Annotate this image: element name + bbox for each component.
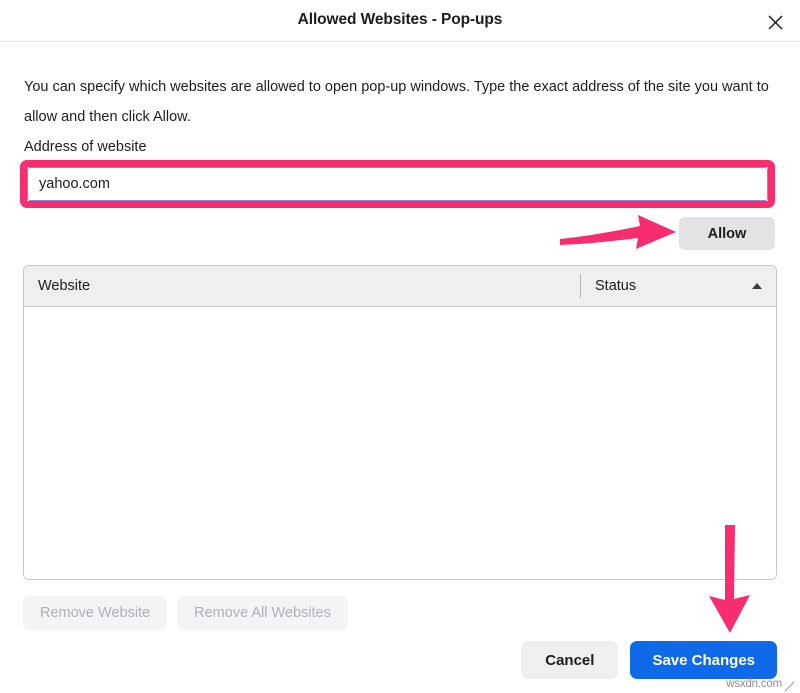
arrow-to-allow-annotation: [558, 212, 680, 256]
watermark-text: wsxdn.com: [726, 678, 782, 690]
table-header-row: Website Status: [24, 266, 776, 307]
cancel-button[interactable]: Cancel: [521, 641, 618, 679]
allow-button[interactable]: Allow: [679, 217, 775, 250]
address-field-label: Address of website: [24, 139, 147, 155]
sort-ascending-caret-icon: [752, 283, 762, 289]
dialog-title: Allowed Websites - Pop-ups: [0, 11, 800, 29]
dialog-titlebar: Allowed Websites - Pop-ups: [0, 0, 800, 42]
remove-buttons-group: Remove Website Remove All Websites: [23, 596, 348, 630]
close-icon: [767, 14, 784, 31]
remove-all-websites-button[interactable]: Remove All Websites: [177, 596, 348, 630]
address-input[interactable]: [27, 167, 768, 201]
save-changes-button[interactable]: Save Changes: [630, 641, 777, 679]
column-header-website[interactable]: Website: [24, 278, 580, 294]
table-body-empty: [24, 307, 776, 579]
column-header-status[interactable]: Status: [581, 278, 776, 294]
close-button[interactable]: [760, 7, 790, 37]
remove-website-button[interactable]: Remove Website: [23, 596, 167, 630]
dialog-footer: Cancel Save Changes: [521, 641, 777, 679]
allowed-websites-table: Website Status: [23, 265, 777, 580]
watermark-slash-icon: [784, 679, 796, 691]
dialog-description: You can specify which websites are allow…: [24, 72, 776, 132]
column-header-status-label: Status: [595, 278, 636, 294]
allowed-websites-dialog: Allowed Websites - Pop-ups You can speci…: [0, 0, 800, 693]
